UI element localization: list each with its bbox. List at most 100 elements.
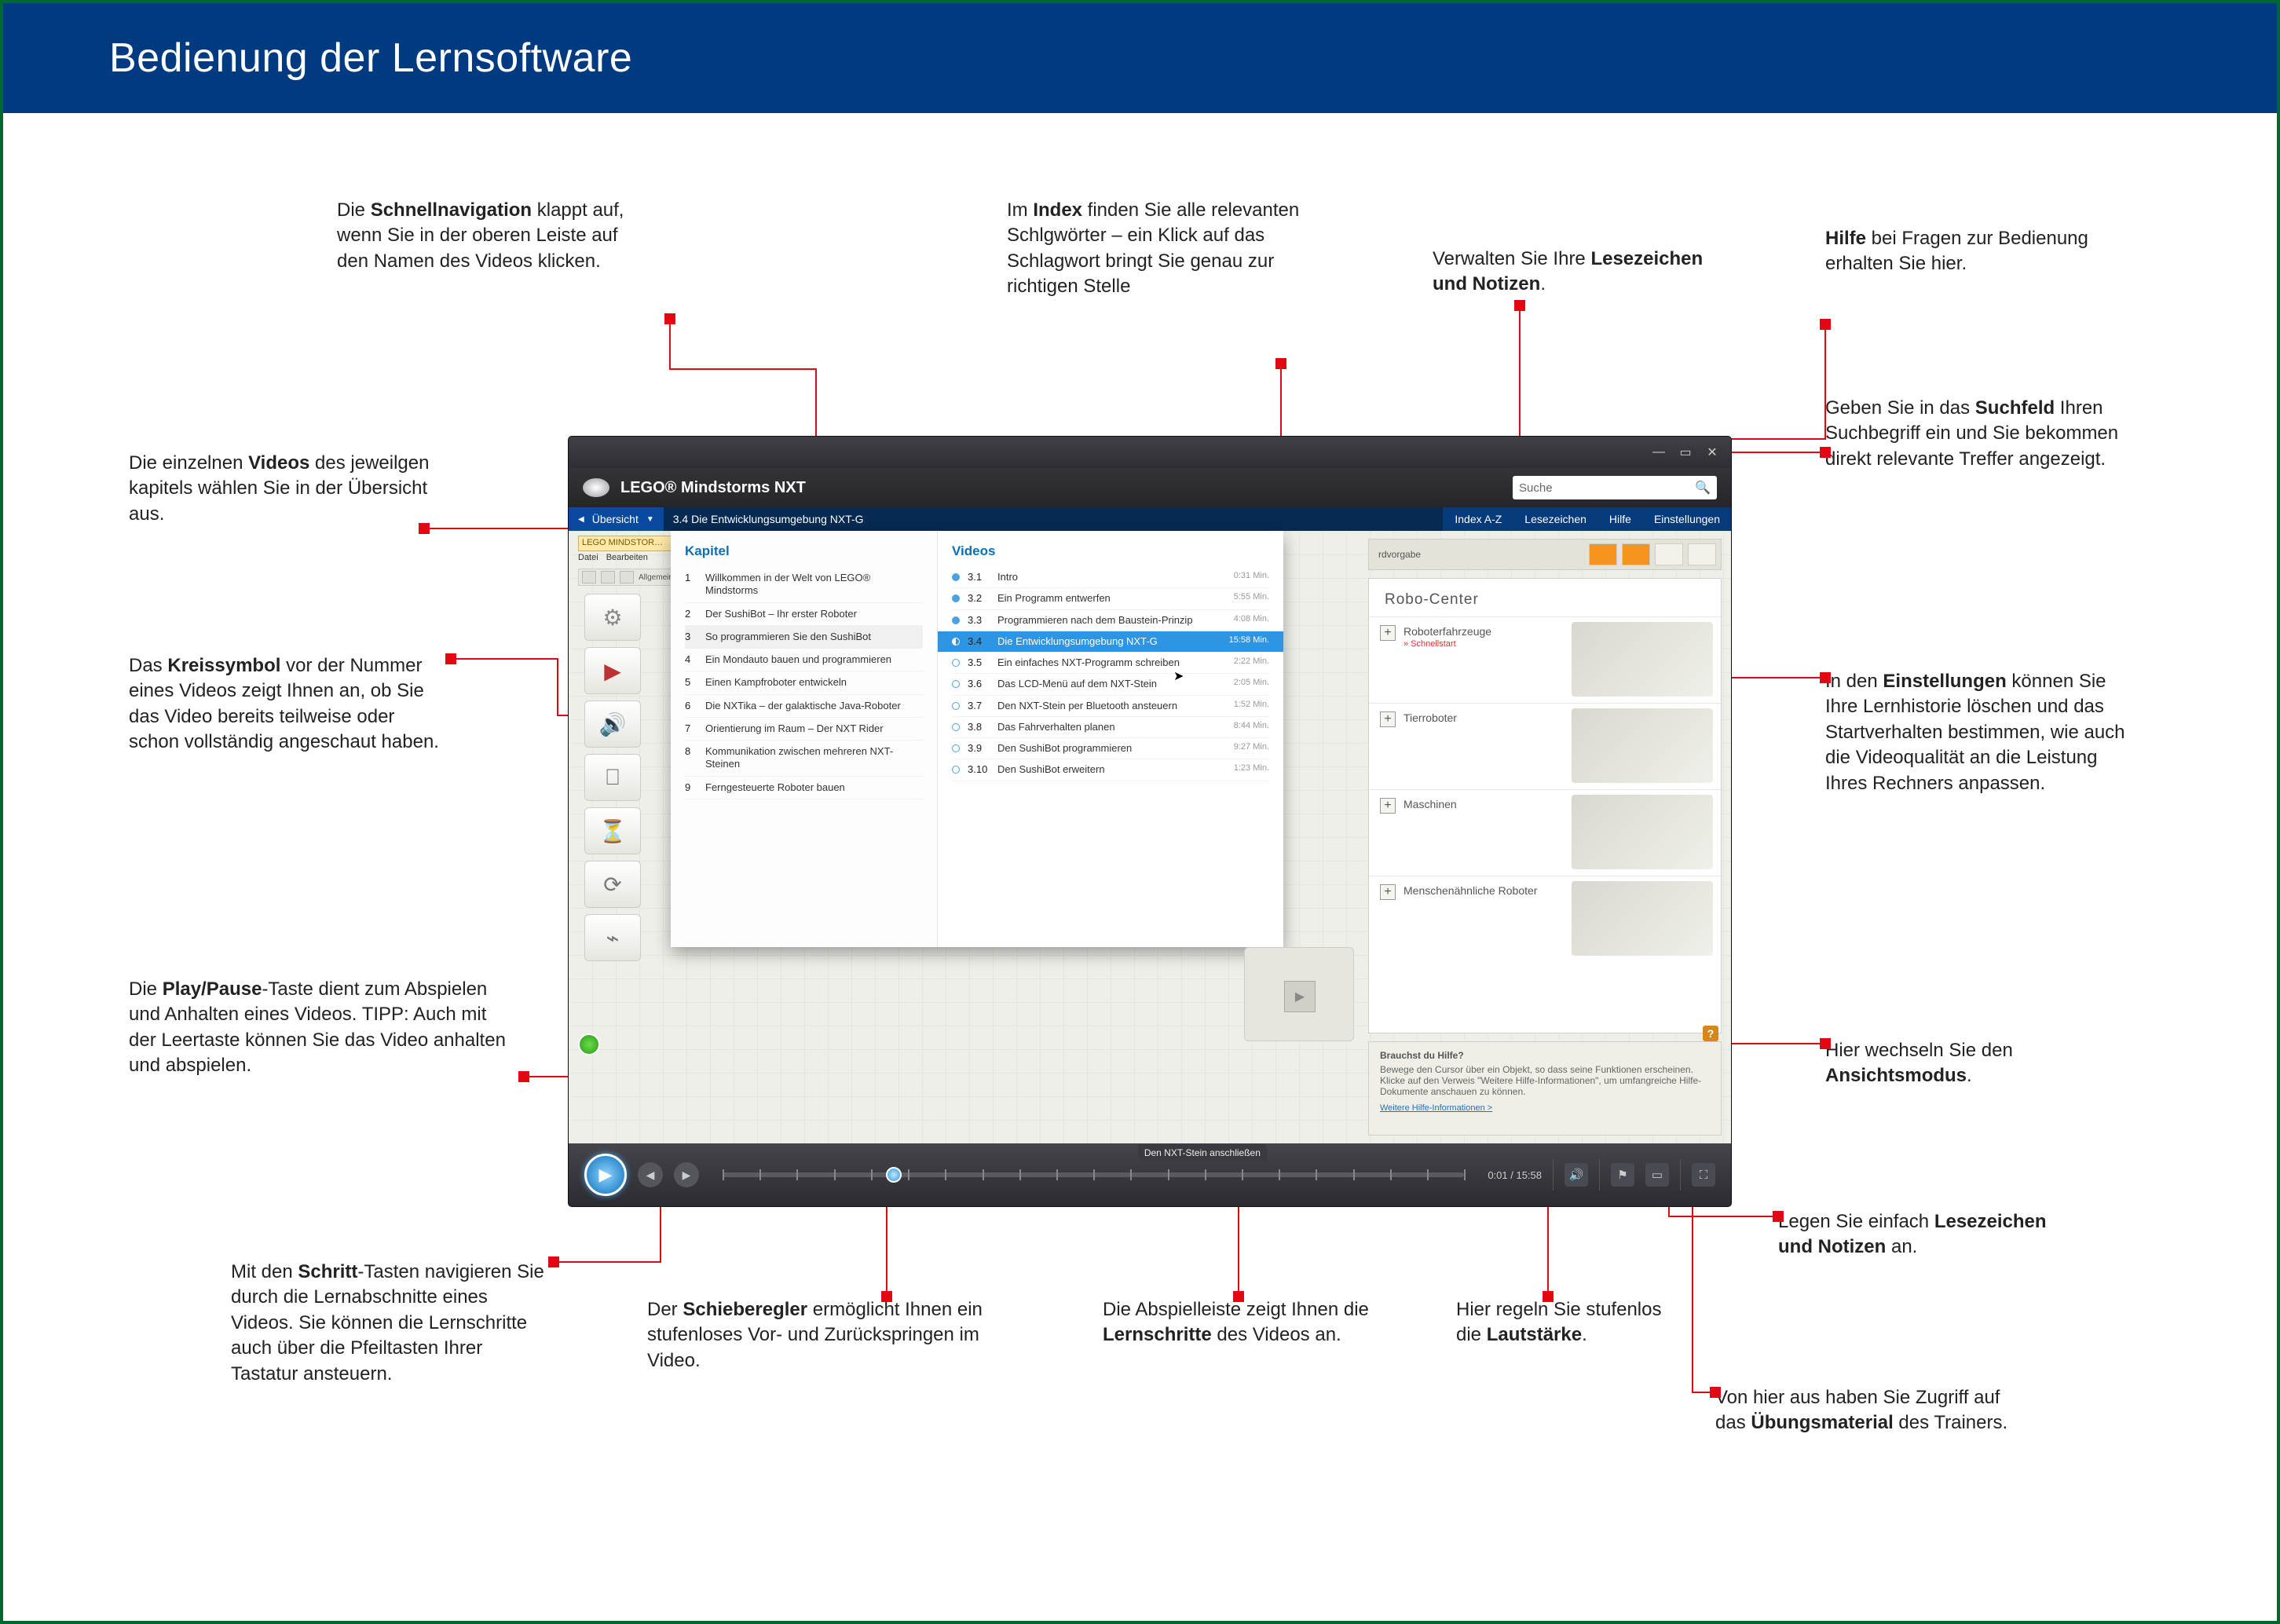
help-link[interactable]: Weitere Hilfe-Informationen > <box>1380 1103 1710 1113</box>
right-seg-icon[interactable] <box>1688 543 1716 565</box>
viewmode-icon[interactable]: ⛶ <box>1692 1163 1715 1187</box>
video-row[interactable]: 3.3 Programmieren nach dem Baustein-Prin… <box>952 610 1269 631</box>
chapter-row[interactable]: 1Willkommen in der Welt von LEGO® Mindst… <box>685 567 923 603</box>
app-logo-icon <box>583 478 609 497</box>
playbar: ▶ ◀ ▶ Den NXT-Stein anschließen 0:01 / 1… <box>569 1143 1731 1206</box>
progress-circle-icon <box>952 702 960 710</box>
video-row[interactable]: 3.5 Ein einfaches NXT-Programm schreiben… <box>952 653 1269 674</box>
video-row[interactable]: 3.6 Das LCD-Menü auf dem NXT-Stein 2:05 … <box>952 674 1269 695</box>
robo-thumb <box>1572 881 1713 956</box>
right-seg-icon[interactable] <box>1655 543 1683 565</box>
progress-circle-icon <box>952 573 960 581</box>
chapter-row[interactable]: 5Einen Kampfroboter entwickeln <box>685 671 923 694</box>
expand-icon[interactable]: + <box>1380 625 1396 641</box>
tool-loop-icon[interactable] <box>584 861 641 908</box>
bookmark-icon[interactable]: ⚑ <box>1611 1163 1634 1187</box>
chapter-row[interactable]: 4Ein Mondauto bauen und programmieren <box>685 649 923 671</box>
nav-pad[interactable]: ▶ <box>1244 947 1354 1041</box>
tab-settings[interactable]: Einstellungen <box>1642 507 1731 531</box>
quick-btn[interactable] <box>620 571 634 583</box>
chapter-row[interactable]: 2Der SushiBot – Ihr erster Roboter <box>685 603 923 626</box>
ann-lesezeichen-bottom: Legen Sie einfach Lesezeichen und Notize… <box>1778 1209 2077 1260</box>
right-seg-icon[interactable] <box>1622 543 1650 565</box>
help-icon[interactable]: ? <box>1703 1026 1718 1041</box>
video-row[interactable]: 3.2 Ein Programm entwerfen 5:55 Min. <box>952 588 1269 609</box>
robo-category[interactable]: + Tierroboter <box>1369 703 1721 789</box>
volume-icon[interactable]: 🔊 <box>1565 1163 1588 1187</box>
help-box: Brauchst du Hilfe? Bewege den Cursor übe… <box>1368 1041 1722 1136</box>
breadcrumb-overview[interactable]: ◀ Übersicht ▼ <box>569 507 664 531</box>
ann-lautstaerke: Hier regeln Sie stufenlos die Lautstärke… <box>1456 1297 1692 1348</box>
start-node-icon[interactable] <box>578 1033 600 1055</box>
page-title: Bedienung der Lernsoftware <box>109 35 2198 82</box>
quick-btn[interactable] <box>582 571 596 583</box>
help-heading: Brauchst du Hilfe? <box>1380 1050 1710 1061</box>
play-pause-button[interactable]: ▶ <box>584 1154 627 1196</box>
progress-circle-icon <box>952 766 960 774</box>
chapter-row[interactable]: 7Orientierung im Raum – Der NXT Rider <box>685 718 923 741</box>
toolbox: ⎕ <box>584 594 641 961</box>
ann-playpause: Die Play/Pause-Taste dient zum Abspielen… <box>129 977 506 1079</box>
progress-circle-icon <box>952 638 960 646</box>
robo-category[interactable]: + Maschinen <box>1369 789 1721 876</box>
ann-schritt: Mit den Schritt-Tasten navigieren Sie du… <box>231 1260 545 1387</box>
robo-category[interactable]: + Menschenähnliche Roboter <box>1369 876 1721 962</box>
maximize-icon[interactable]: ▭ <box>1676 444 1695 460</box>
video-row[interactable]: 3.8 Das Fahrverhalten planen 8:44 Min. <box>952 717 1269 738</box>
close-icon[interactable]: ✕ <box>1703 444 1722 460</box>
tool-gear-icon[interactable] <box>584 594 641 641</box>
quick-btn[interactable] <box>601 571 615 583</box>
video-row[interactable]: 3.1 Intro 0:31 Min. <box>952 567 1269 588</box>
tool-wait-icon[interactable] <box>584 807 641 854</box>
ann-schieberegler: Der Schieberegler ermöglicht Ihnen ein s… <box>647 1297 993 1373</box>
tab-index[interactable]: Index A-Z <box>1443 507 1513 531</box>
search-icon[interactable]: 🔍 <box>1695 480 1711 496</box>
step-forward-button[interactable]: ▶ <box>674 1162 699 1187</box>
video-row[interactable]: 3.4 Die Entwicklungsumgebung NXT-G 15:58… <box>938 631 1283 653</box>
progress-circle-icon <box>952 659 960 667</box>
tab-bookmarks[interactable]: Lesezeichen <box>1513 507 1597 531</box>
menu-edit[interactable]: Bearbeiten <box>606 553 648 567</box>
window-titlebar: — ▭ ✕ <box>569 437 1731 468</box>
expand-icon[interactable]: + <box>1380 711 1396 727</box>
timeline-slider[interactable]: Den NXT-Stein anschließen <box>723 1172 1464 1177</box>
ann-videos: Die einzelnen Videos des jeweilgen kapit… <box>129 451 443 527</box>
timeline-knob[interactable] <box>886 1167 902 1183</box>
help-body: Bewege den Cursor über ein Objekt, so da… <box>1380 1064 1710 1097</box>
ann-lernschritte: Die Abspielleiste zeigt Ihnen die Lernsc… <box>1103 1297 1417 1348</box>
tool-play-icon[interactable] <box>584 647 641 694</box>
chapters-heading: Kapitel <box>685 543 923 559</box>
nav-tabs: Index A-Z Lesezeichen Hilfe Einstellunge… <box>1443 507 1731 531</box>
expand-icon[interactable]: + <box>1380 798 1396 814</box>
ann-einstellungen: In den Einstellungen können Sie Ihre Ler… <box>1825 669 2139 796</box>
minimize-icon[interactable]: — <box>1649 445 1668 459</box>
menu-file[interactable]: Datei <box>578 553 598 567</box>
chapter-row[interactable]: 8Kommunikation zwischen mehreren NXT-Ste… <box>685 741 923 777</box>
timeline-tooltip: Den NXT-Stein anschließen <box>1138 1144 1267 1161</box>
video-row[interactable]: 3.7 Den NXT-Stein per Bluetooth ansteuer… <box>952 696 1269 717</box>
search-input[interactable]: Suche 🔍 <box>1513 476 1717 499</box>
step-back-button[interactable]: ◀ <box>638 1162 663 1187</box>
robo-thumb <box>1572 708 1713 783</box>
breadcrumb-current[interactable]: 3.4 Die Entwicklungsumgebung NXT-G <box>664 507 873 531</box>
chapter-row[interactable]: 9Ferngesteuerte Roboter bauen <box>685 777 923 799</box>
ann-hilfe: Hilfe bei Fragen zur Bedienung erhalten … <box>1825 226 2124 277</box>
robo-thumb <box>1572 795 1713 869</box>
chapter-row[interactable]: 6Die NXTika – der galaktische Java-Robot… <box>685 695 923 718</box>
materials-icon[interactable]: ▭ <box>1645 1163 1669 1187</box>
right-seg-icon[interactable] <box>1589 543 1617 565</box>
nav-center-icon[interactable]: ▶ <box>1284 981 1316 1012</box>
tab-help[interactable]: Hilfe <box>1597 507 1642 531</box>
expand-icon[interactable]: + <box>1380 884 1396 900</box>
tool-sound-icon[interactable] <box>584 700 641 748</box>
right-top-bar: rdvorgabe <box>1368 539 1722 570</box>
robo-category[interactable]: + Roboterfahrzeuge» Schnellstart <box>1369 616 1721 703</box>
video-row[interactable]: 3.9 Den SushiBot programmieren 9:27 Min. <box>952 738 1269 759</box>
ann-kreissymbol: Das Kreissymbol vor der Nummer eines Vid… <box>129 653 443 755</box>
ann-index: Im Index finden Sie alle relevanten Schl… <box>1007 198 1305 300</box>
progress-circle-icon <box>952 680 960 688</box>
chapter-row[interactable]: 3So programmieren Sie den SushiBot <box>685 626 923 649</box>
video-row[interactable]: 3.10 Den SushiBot erweitern 1:23 Min. <box>952 759 1269 781</box>
tool-display-icon[interactable]: ⎕ <box>584 754 641 801</box>
tool-switch-icon[interactable] <box>584 914 641 961</box>
